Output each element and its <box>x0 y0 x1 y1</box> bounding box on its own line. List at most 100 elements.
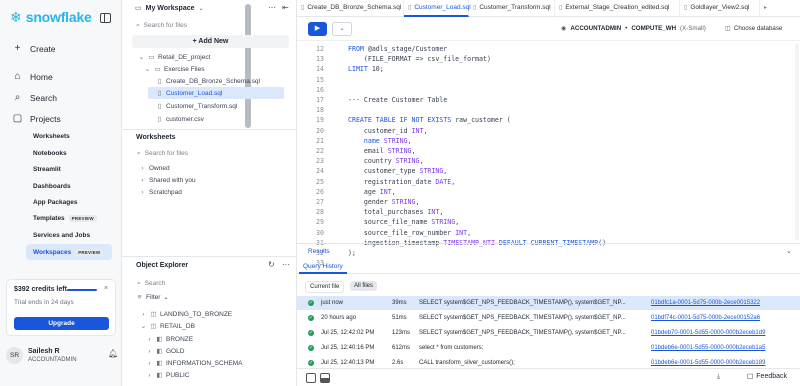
filter-all-files[interactable]: All files <box>350 281 378 291</box>
code-token: INT <box>427 208 440 217</box>
code-token: STRING <box>387 147 412 155</box>
chevron-down-icon: ⌄ <box>144 66 151 73</box>
close-icon[interactable]: × <box>104 285 108 292</box>
collapse-panel-icon[interactable]: ⇤ <box>282 3 289 12</box>
nav-home[interactable]: ⌂ Home <box>12 71 52 82</box>
status-icon: ✓ <box>308 315 314 321</box>
tab-customer-transform[interactable]: ▯ Customer_Transform.sql <box>469 0 555 17</box>
query-id[interactable]: 01bdeb70-0001-5d55-0000-000b2eceb1d9 <box>651 330 765 336</box>
tab-customer-load[interactable]: ▯ Customer_Load.sql <box>404 0 471 17</box>
file-icon: ▯ <box>559 5 563 11</box>
nav-worksheets[interactable]: Worksheets <box>33 133 70 140</box>
tree-file[interactable]: ▯ Create_DB_Bronze_Schema.sql <box>156 77 260 86</box>
object-search-input[interactable]: ⌕ Search <box>136 277 286 290</box>
user-name: Sailesh R <box>28 348 60 355</box>
query-history-row[interactable]: ✓ Jul 25, 12:40:16 PM 612ms select * from c… <box>297 341 800 355</box>
tree-folder[interactable]: ⌄ ▭ Retail_DE_project <box>138 53 211 62</box>
schema-item[interactable]: › ◧ GOLD <box>146 347 184 356</box>
code-token: STRING <box>391 198 416 206</box>
nav-services-and-jobs[interactable]: Services and Jobs <box>33 232 90 239</box>
query-text: select * from customers; <box>419 345 484 351</box>
code-line: source_file_name STRING, <box>348 217 459 228</box>
toggle-left-panel-icon[interactable] <box>306 373 316 383</box>
tab-create-db-bronze[interactable]: ▯ Create_DB_Bronze_Schema.sql <box>297 0 404 17</box>
choose-database-button[interactable]: ◫ Choose database <box>725 25 782 32</box>
code-token: customer_type <box>348 167 420 176</box>
tab-overflow[interactable]: ▸ <box>760 0 800 17</box>
code-line: name STRING, <box>348 136 412 147</box>
more-icon[interactable]: ⋯ <box>268 3 276 12</box>
download-icon[interactable]: ⤓ <box>717 373 720 381</box>
context-selector[interactable]: ◉ ACCOUNTADMIN • COMPUTE_WH (X-Small) <box>561 25 706 32</box>
worksheets-section: Worksheets ⌕ Search for files › Owned › Sha… <box>122 129 297 196</box>
nav-notebooks[interactable]: Notebooks <box>33 150 67 157</box>
nav-projects[interactable]: ▢ Projects <box>12 113 61 124</box>
files-panel: ▭ My Workspace ⌄ ⋯ ⇤ ⌕ Search for files +… <box>122 0 297 386</box>
worksheet-group[interactable]: › Owned <box>139 165 169 172</box>
search-files-input[interactable]: ⌕ Search for files <box>135 19 245 32</box>
filter-current-file[interactable]: Current file <box>305 281 345 293</box>
line-number: 12 <box>316 45 324 53</box>
worksheet-group[interactable]: › Shared with you <box>139 177 195 184</box>
code-line: age INT, <box>348 187 396 198</box>
file-icon: ▯ <box>301 5 305 11</box>
nav-workspaces[interactable]: Workspaces PREVIEW <box>26 244 112 260</box>
more-icon[interactable]: ⋯ <box>282 260 290 269</box>
query-history-row[interactable]: ✓ 20 hours ago 51ms SELECT system$GET_NPS_F… <box>297 311 800 325</box>
tree-folder[interactable]: ⌄ ▭ Exercise Files <box>144 65 205 74</box>
schema-item[interactable]: › ◧ INFORMATION_SCHEMA <box>146 359 242 368</box>
run-options-dropdown[interactable]: ⌄ <box>332 22 352 36</box>
schema-item[interactable]: › ◧ BRONZE <box>146 335 193 344</box>
nav-streamlit[interactable]: Streamlit <box>33 166 61 173</box>
db-item[interactable]: ⌄ ◫ RETAIL_DB <box>140 322 195 331</box>
bottom-bar: ⤓ ☐ Feedback <box>297 368 800 386</box>
workspace-selector[interactable]: ▭ My Workspace ⌄ <box>135 4 250 13</box>
tree-file[interactable]: ▯ Customer_Transform.sql <box>156 102 238 111</box>
run-button[interactable]: ▶ <box>308 22 327 36</box>
schema-item[interactable]: › ◧ PUBLIC <box>146 371 189 380</box>
nav-templates[interactable]: Templates PREVIEW <box>33 215 97 222</box>
query-id[interactable]: 01bdf74c-0001-5d75-000b-2ece00152a6 <box>651 315 760 321</box>
refresh-icon[interactable]: ↻ <box>268 260 275 269</box>
filter-button[interactable]: ≡ Filter ⌄ <box>136 294 169 301</box>
query-id[interactable]: 01bdfc1a-0001-5d75-000b-2ece0015322 <box>651 300 760 306</box>
results-tab[interactable]: Results <box>297 243 800 258</box>
query-id[interactable]: 01bdeb6e-0001-5d55-0000-000b2eceb189 <box>651 360 765 366</box>
feedback-button[interactable]: ☐ Feedback <box>747 373 787 381</box>
tree-file[interactable]: ▯ customer.csv <box>156 115 204 124</box>
code-line: LIMIT 10; <box>348 64 384 75</box>
query-history-row[interactable]: ✓ just now 39ms SELECT system$GET_NPS_FEEDB… <box>297 296 800 310</box>
scrollbar[interactable] <box>245 4 251 128</box>
tab-external-stage[interactable]: ▯ External_Stage_Creation_edited.sql <box>555 0 680 17</box>
code-editor[interactable]: 12 FROM @adls_stage/Customer 13 (FILE_FORM… <box>297 42 800 267</box>
line-number: 16 <box>316 85 324 94</box>
bell-icon[interactable]: 🔔︎ <box>108 349 118 358</box>
query-history-tab[interactable]: Query History <box>299 259 347 274</box>
tab-goldlayer-view2[interactable]: ▯ Goldlayer_View2.sql <box>680 0 760 17</box>
upgrade-button[interactable]: Upgrade <box>14 317 109 330</box>
worksheet-group[interactable]: › Scratchpad <box>139 189 181 196</box>
tree-file-selected[interactable]: ▯ Customer_Load.sql <box>148 87 284 99</box>
nav-dashboards[interactable]: Dashboards <box>33 183 71 190</box>
toggle-bottom-panel-icon[interactable] <box>320 373 330 383</box>
search-worksheets-input[interactable]: ⌕ Search for files <box>136 147 286 160</box>
search-icon: ⌕ <box>137 279 141 287</box>
nav-app-packages[interactable]: App Packages <box>33 199 77 206</box>
query-id[interactable]: 01bdeb6e-0001-5d55-0000-000b2eceb1a5 <box>651 345 765 351</box>
code-line: customer_id INT, <box>348 126 428 137</box>
line-number: 24 <box>316 167 324 176</box>
code-token: STRING <box>395 157 420 166</box>
code-token: , <box>411 147 416 155</box>
expand-icon[interactable]: ⌄ <box>786 247 792 255</box>
editor-scrollbar[interactable] <box>795 44 799 240</box>
snowflake-logo[interactable]: ❄ snowflake <box>10 9 92 25</box>
db-item[interactable]: › ◫ LANDING_TO_BRONZE <box>140 310 232 319</box>
code-line: registration_date DATE, <box>348 177 455 188</box>
create-button[interactable]: + Create <box>12 43 56 54</box>
nav-search[interactable]: ⌕ Search <box>12 92 57 103</box>
code-token: raw_customer ( <box>455 116 511 125</box>
query-history-row[interactable]: ✓ Jul 25, 12:42:02 PM 123ms SELECT system$G… <box>297 326 800 340</box>
collapse-sidebar-icon[interactable] <box>100 13 111 23</box>
add-new-button[interactable]: + Add New <box>132 35 289 48</box>
